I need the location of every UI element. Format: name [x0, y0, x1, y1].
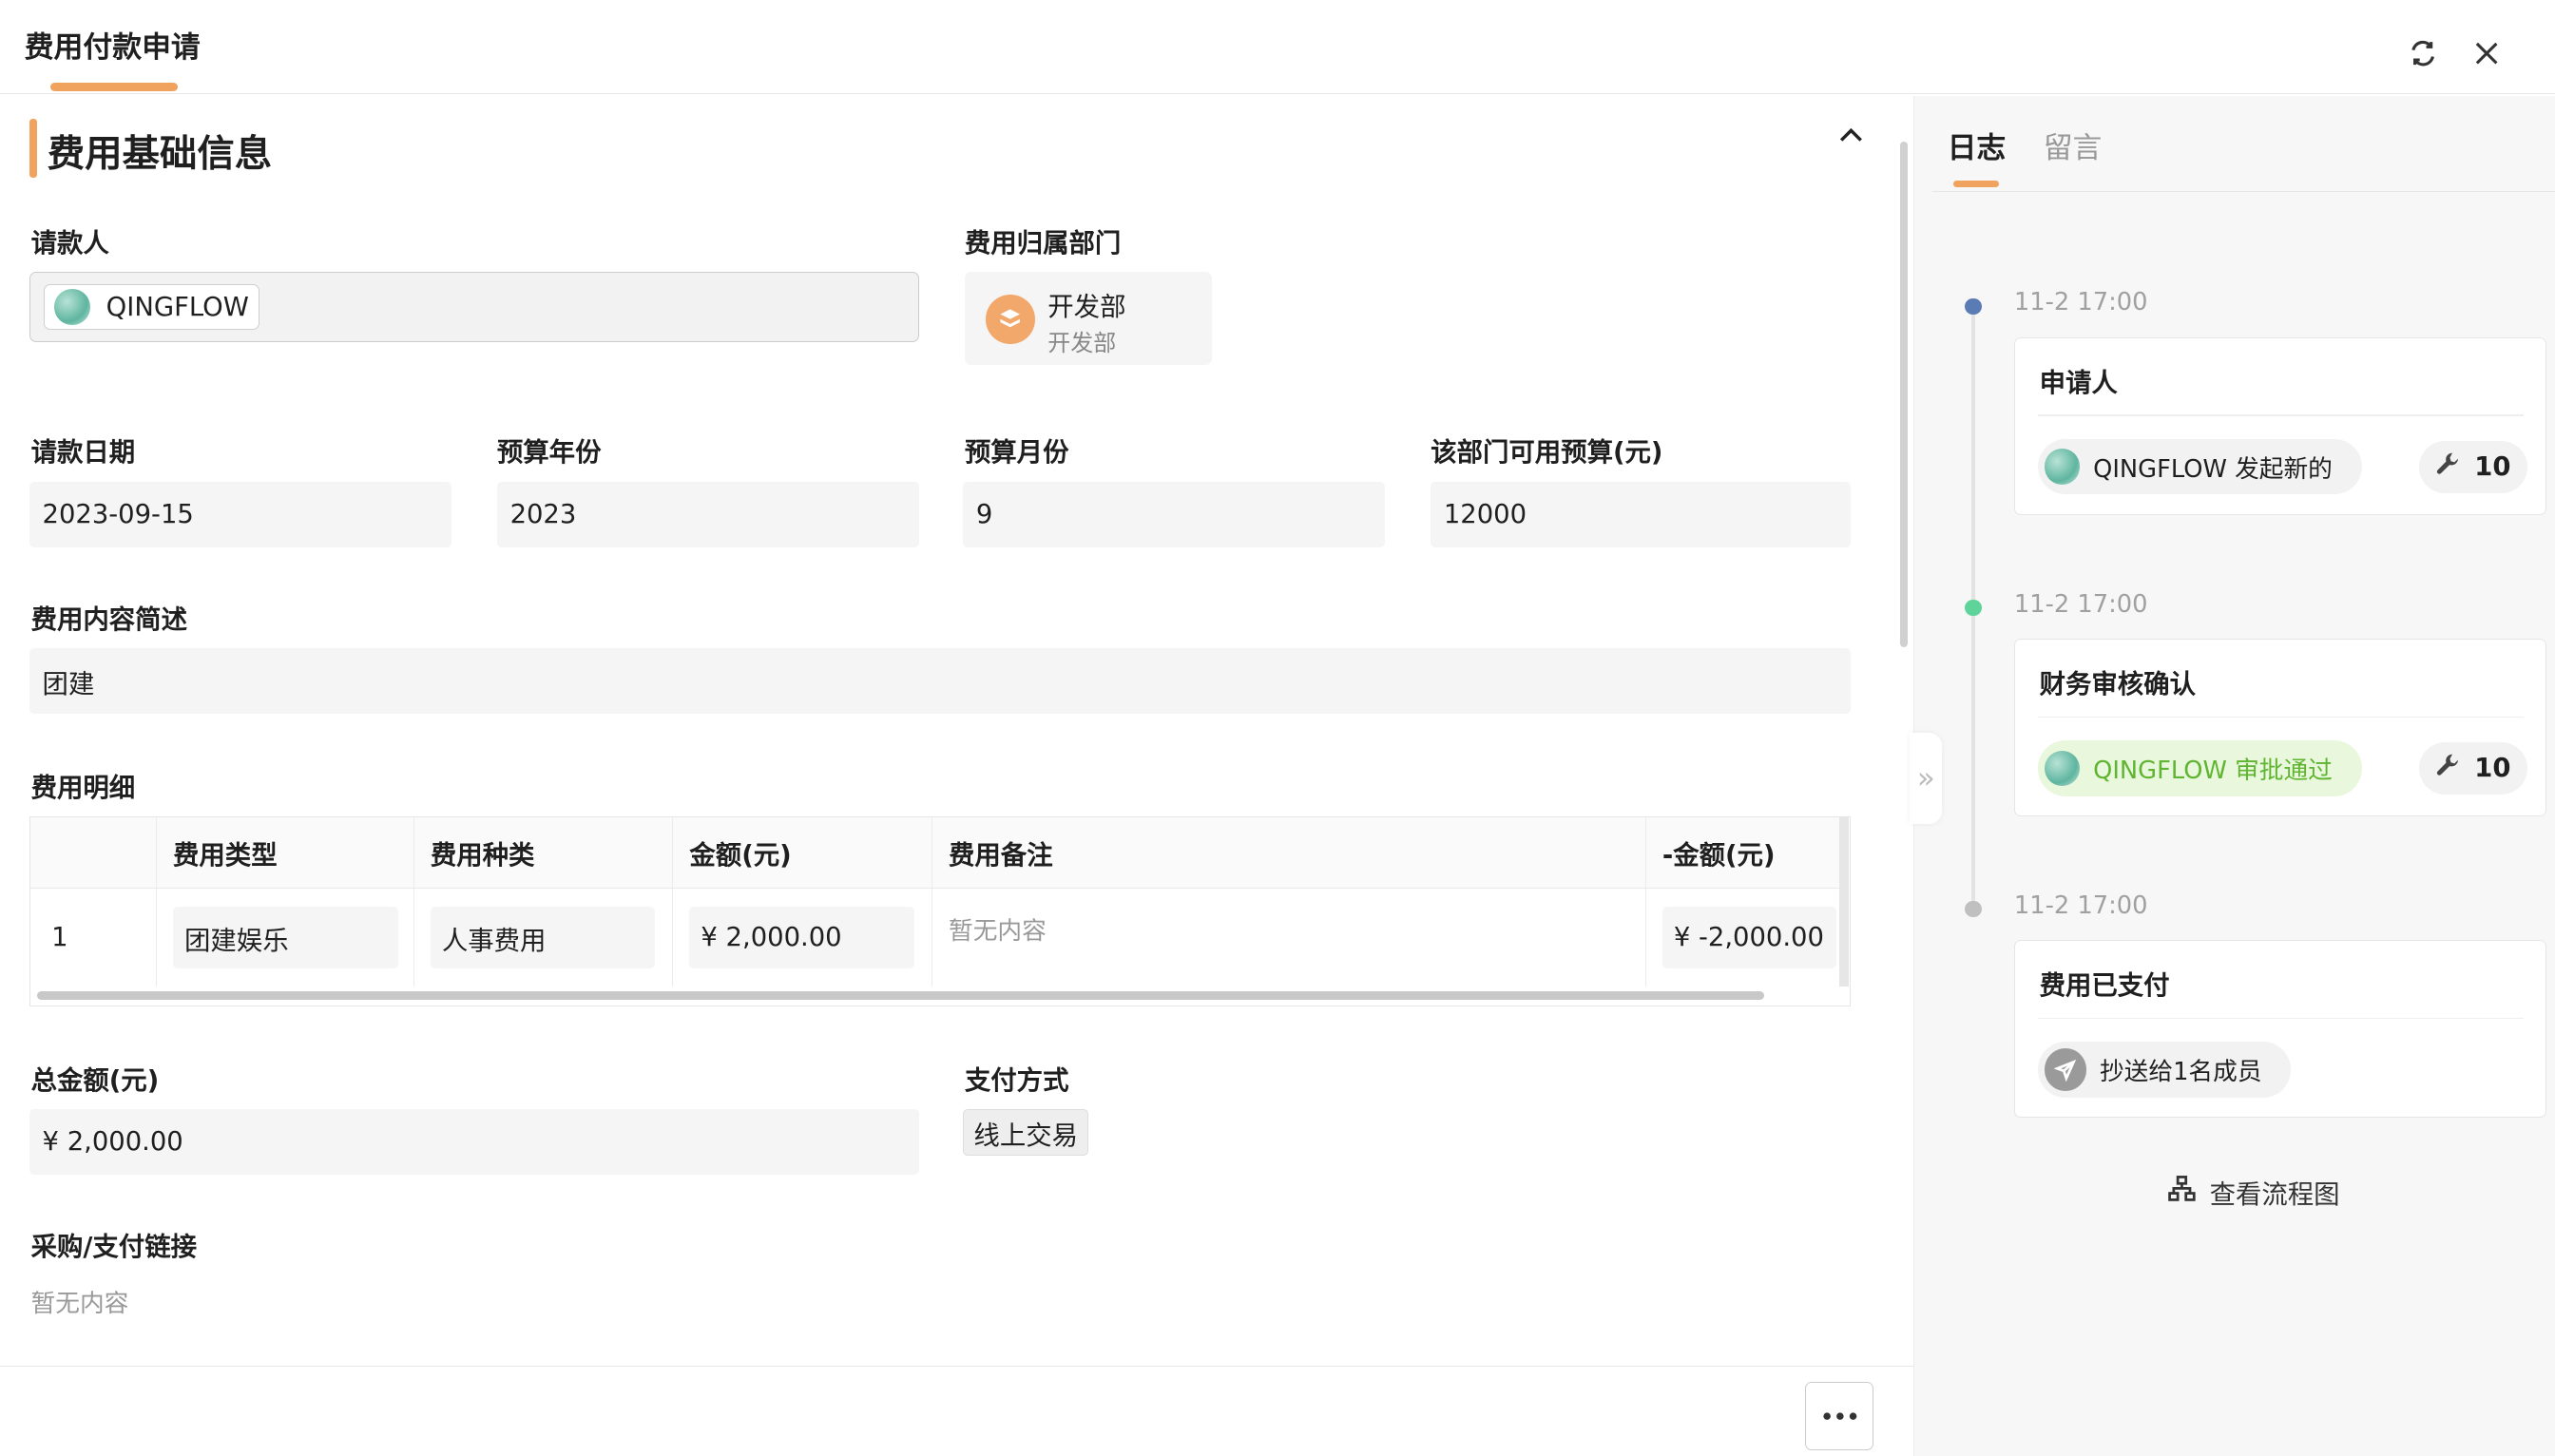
- kind-input[interactable]: 人事费用: [430, 907, 656, 969]
- wrench-icon: [2435, 752, 2461, 784]
- duration-badge: 10: [2419, 440, 2527, 493]
- expense-table: 费用类型 费用种类 金额(元) 费用备注 -金额(元) 1 团建娱乐 人事费用 …: [29, 815, 1852, 1007]
- section-title: 费用基础信息: [47, 132, 273, 177]
- tab-active-indicator: [1953, 181, 2000, 188]
- avatar: [53, 289, 90, 325]
- timeline-card: 申请人 QINGFLOW 发起新的 10: [2013, 336, 2547, 515]
- timeline-time: 11-2 17:00: [2013, 891, 2148, 920]
- desc-field[interactable]: 团建: [29, 648, 1852, 714]
- send-icon: [2044, 1048, 2087, 1091]
- view-flowchart-link[interactable]: 查看流程图: [2167, 1173, 2340, 1211]
- dept-label: 费用归属部门: [964, 229, 1122, 259]
- month-label: 预算月份: [964, 437, 1069, 468]
- duration-badge: 10: [2419, 742, 2527, 795]
- requester-label: 请款人: [30, 229, 109, 259]
- top-bar: [0, 0, 2555, 95]
- pill-text: QINGFLOW 审批通过: [2093, 756, 2333, 785]
- timeline-time: 11-2 17:00: [2013, 589, 2148, 619]
- timeline-dot: [1965, 297, 1982, 315]
- section-accent-bar: [29, 119, 38, 178]
- tab-log[interactable]: 日志: [1948, 124, 2007, 166]
- year-field[interactable]: 2023: [496, 482, 919, 547]
- pay-method-tag: 线上交易: [963, 1109, 1089, 1157]
- table-header-note: 费用备注: [931, 816, 1645, 890]
- table-right-shadow: [1838, 816, 1849, 987]
- refresh-icon[interactable]: [2405, 37, 2441, 73]
- title-underline: [50, 83, 178, 91]
- dept-name: 开发部: [1047, 293, 1126, 322]
- table-header-neg-amount: -金额(元): [1644, 816, 1849, 890]
- total-field[interactable]: ¥ 2,000.00: [29, 1109, 919, 1175]
- total-label: 总金额(元): [30, 1066, 160, 1097]
- card-title: 费用已支付: [2039, 971, 2170, 1002]
- neg-amount-input[interactable]: ¥ -2,000.00: [1662, 907, 1837, 969]
- duration-count: 10: [2474, 753, 2511, 783]
- desc-label: 费用内容简述: [30, 605, 187, 636]
- table-horizontal-scrollbar[interactable]: [36, 991, 1764, 1000]
- year-label: 预算年份: [496, 437, 602, 468]
- month-field[interactable]: 9: [963, 482, 1386, 547]
- link-empty: 暂无内容: [30, 1289, 129, 1318]
- table-cell-kind: 人事费用: [413, 889, 673, 987]
- user-chip: QINGFLOW: [43, 284, 260, 331]
- budget-label: 该部门可用预算(元): [1431, 437, 1663, 468]
- type-input[interactable]: 团建娱乐: [172, 907, 398, 969]
- table-header-index: [29, 816, 156, 890]
- view-flowchart-label: 查看流程图: [2209, 1180, 2340, 1211]
- wrench-icon: [2435, 450, 2461, 483]
- card-title: 申请人: [2039, 368, 2118, 398]
- timeline-card: 财务审核确认 QINGFLOW 审批通过 10: [2013, 639, 2547, 816]
- actor-pill: QINGFLOW 发起新的: [2037, 439, 2362, 495]
- requester-field[interactable]: QINGFLOW: [29, 272, 919, 342]
- approved-pill: QINGFLOW 审批通过: [2037, 740, 2362, 796]
- link-label: 采购/支付链接: [30, 1233, 198, 1263]
- dept-sub: 开发部: [1047, 330, 1117, 357]
- card-divider: [2037, 1017, 2524, 1020]
- pill-text: QINGFLOW 发起新的: [2093, 454, 2333, 484]
- card-divider: [2037, 716, 2524, 718]
- table-cell-neg-amount: ¥ -2,000.00: [1644, 889, 1849, 987]
- cc-pill: 抄送给1名成员: [2037, 1042, 2292, 1098]
- detail-label: 费用明细: [30, 773, 136, 803]
- table-cell-note: 暂无内容: [931, 889, 1645, 987]
- tab-divider: [1932, 190, 2555, 193]
- timeline-dot: [1965, 599, 1982, 616]
- amount-input[interactable]: ¥ 2,000.00: [689, 907, 914, 969]
- tab-comments[interactable]: 留言: [2044, 124, 2103, 166]
- timeline-time: 11-2 17:00: [2013, 288, 2148, 317]
- card-title: 财务审核确认: [2039, 670, 2196, 699]
- more-button[interactable]: [1805, 1381, 1874, 1450]
- table-header-kind: 费用种类: [413, 816, 673, 890]
- note-empty: 暂无内容: [948, 917, 1047, 947]
- requester-name: QINGFLOW: [106, 292, 249, 322]
- table-cell-amount: ¥ 2,000.00: [672, 889, 932, 987]
- timeline-card: 费用已支付 抄送给1名成员: [2013, 940, 2547, 1118]
- date-field[interactable]: 2023-09-15: [29, 482, 451, 547]
- bottom-bar: [0, 1365, 1913, 1456]
- page-title: 费用付款申请: [24, 30, 201, 65]
- chevron-up-icon[interactable]: [1832, 121, 1871, 160]
- department-icon: [986, 295, 1035, 344]
- budget-field[interactable]: 12000: [1431, 482, 1852, 547]
- pill-text: 抄送给1名成员: [2099, 1058, 2262, 1087]
- table-header-amount: 金额(元): [672, 816, 932, 890]
- vertical-scrollbar[interactable]: [1899, 142, 1909, 647]
- pay-label: 支付方式: [964, 1066, 1069, 1097]
- table-cell-index: 1: [51, 923, 68, 953]
- flowchart-icon: [2167, 1174, 2197, 1210]
- duration-count: 10: [2474, 451, 2511, 482]
- table-cell-type: 团建娱乐: [155, 889, 413, 987]
- expand-handle[interactable]: »: [1910, 733, 1943, 825]
- close-icon[interactable]: [2469, 37, 2505, 73]
- avatar: [2044, 750, 2081, 787]
- date-label: 请款日期: [30, 437, 136, 468]
- table-header-type: 费用类型: [155, 816, 413, 890]
- timeline-dot: [1965, 901, 1982, 918]
- avatar: [2044, 449, 2081, 486]
- card-divider: [2037, 414, 2524, 417]
